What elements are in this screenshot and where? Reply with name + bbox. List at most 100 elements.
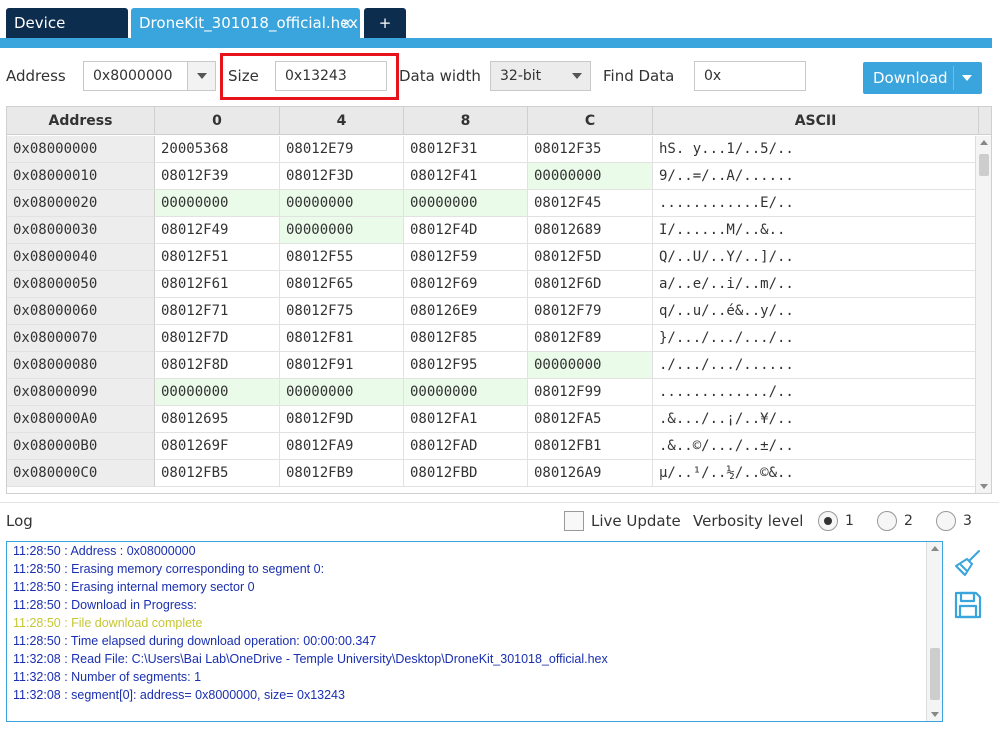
log-scroll-thumb[interactable] (930, 648, 940, 700)
memory-cell[interactable]: 08012FBD (404, 460, 528, 487)
memory-cell[interactable]: 08012F69 (404, 271, 528, 298)
scroll-down-icon[interactable] (980, 484, 988, 489)
memory-cell[interactable]: 08012F3D (280, 163, 404, 190)
memory-cell[interactable]: 08012F8D (155, 352, 280, 379)
log-output[interactable]: 11:28:50 : Address : 0x08000000 11:28:50 … (6, 541, 943, 722)
memory-cell[interactable]: 00000000 (155, 190, 280, 217)
memory-cell[interactable]: 08012F81 (280, 325, 404, 352)
memory-cell[interactable]: 08012F9D (280, 406, 404, 433)
memory-cell[interactable]: 08012FA5 (528, 406, 653, 433)
scroll-up-icon[interactable] (931, 546, 939, 551)
memory-cell[interactable]: 08012F55 (280, 244, 404, 271)
verbosity-radio-3[interactable] (936, 511, 956, 531)
memory-cell[interactable]: 080126E9 (404, 298, 528, 325)
memory-cell[interactable]: 08012F61 (155, 271, 280, 298)
memory-cell[interactable]: 08012F85 (404, 325, 528, 352)
verbosity-radio-1[interactable] (818, 511, 838, 531)
new-tab-button[interactable]: + (364, 8, 406, 38)
header-col-8[interactable]: 8 (404, 107, 528, 135)
memory-cell[interactable]: 08012F59 (404, 244, 528, 271)
memory-cell[interactable]: 08012F95 (404, 352, 528, 379)
row-address: 0x08000070 (7, 325, 155, 352)
memory-cell[interactable]: 080126A9 (528, 460, 653, 487)
memory-cell[interactable]: 08012F65 (280, 271, 404, 298)
memory-cell[interactable]: 08012F6D (528, 271, 653, 298)
grid-scrollbar[interactable] (975, 136, 991, 493)
verbosity-radio-2[interactable] (877, 511, 897, 531)
memory-cell[interactable]: 00000000 (528, 163, 653, 190)
memory-cell[interactable]: 08012F45 (528, 190, 653, 217)
find-data-input[interactable]: 0x (694, 61, 806, 91)
data-width-value: 32-bit (500, 68, 542, 84)
address-combobox[interactable]: 0x8000000 (83, 61, 216, 91)
row-address: 0x08000040 (7, 244, 155, 271)
memory-cell[interactable]: 08012FB9 (280, 460, 404, 487)
memory-cell[interactable]: 08012689 (528, 217, 653, 244)
log-line: 11:32:08 : segment[0]: address= 0x800000… (13, 688, 345, 702)
scroll-up-icon[interactable] (980, 140, 988, 145)
memory-cell[interactable]: 08012FB1 (528, 433, 653, 460)
memory-cell[interactable]: 08012F79 (528, 298, 653, 325)
header-col-4[interactable]: 4 (280, 107, 404, 135)
memory-cell[interactable]: 08012F7D (155, 325, 280, 352)
verbosity-label: Verbosity level (693, 512, 804, 530)
memory-cell[interactable]: 00000000 (280, 379, 404, 406)
memory-cell[interactable]: 00000000 (155, 379, 280, 406)
download-button[interactable]: Download (863, 62, 982, 94)
broom-icon[interactable] (953, 548, 983, 578)
header-ascii[interactable]: ASCII (653, 107, 979, 135)
log-scrollbar[interactable] (926, 542, 942, 721)
scroll-down-icon[interactable] (931, 712, 939, 717)
memory-cell[interactable]: 20005368 (155, 136, 280, 163)
memory-cell[interactable]: 00000000 (280, 190, 404, 217)
tab-device-memory[interactable]: Device memory (6, 8, 128, 62)
header-col-0[interactable]: 0 (155, 107, 280, 135)
address-dropdown-button[interactable] (187, 62, 215, 90)
grid-header: Address 0 4 8 C ASCII (7, 107, 991, 135)
memory-cell[interactable]: 08012F4D (404, 217, 528, 244)
log-line: 11:32:08 : Read File: C:\Users\Bai Lab\O… (13, 652, 608, 666)
memory-cell[interactable]: 08012FA9 (280, 433, 404, 460)
row-address: 0x08000060 (7, 298, 155, 325)
memory-cell[interactable]: 08012F91 (280, 352, 404, 379)
tab-hex-file[interactable]: DroneKit_301018_official.hex × (131, 8, 360, 38)
ascii-cell: µ/..¹/..½/..©&.. (653, 460, 977, 487)
memory-cell[interactable]: 08012FAD (404, 433, 528, 460)
data-width-select[interactable]: 32-bit (490, 61, 591, 91)
memory-cell[interactable]: 08012F71 (155, 298, 280, 325)
memory-cell[interactable]: 08012F75 (280, 298, 404, 325)
find-data-label: Find Data (603, 67, 675, 85)
memory-cell[interactable]: 00000000 (528, 352, 653, 379)
memory-cell[interactable]: 08012F89 (528, 325, 653, 352)
grid-scroll-thumb[interactable] (979, 154, 989, 176)
memory-cell[interactable]: 0801269F (155, 433, 280, 460)
memory-cell[interactable]: 08012F41 (404, 163, 528, 190)
memory-cell[interactable]: 00000000 (280, 217, 404, 244)
tab-bar: Device memory DroneKit_301018_official.h… (0, 0, 999, 62)
memory-cell[interactable]: 08012F51 (155, 244, 280, 271)
memory-cell[interactable]: 08012F99 (528, 379, 653, 406)
size-input[interactable]: 0x13243 (275, 61, 387, 91)
memory-cell[interactable]: 08012E79 (280, 136, 404, 163)
memory-cell[interactable]: 08012FB5 (155, 460, 280, 487)
memory-cell[interactable]: 08012F39 (155, 163, 280, 190)
header-col-c[interactable]: C (528, 107, 653, 135)
close-tab-icon[interactable]: × (340, 8, 353, 38)
memory-cell[interactable]: 08012FA1 (404, 406, 528, 433)
memory-cell[interactable]: 08012695 (155, 406, 280, 433)
memory-cell[interactable]: 00000000 (404, 379, 528, 406)
memory-cell[interactable]: 08012F49 (155, 217, 280, 244)
header-address[interactable]: Address (7, 107, 155, 135)
memory-cell[interactable]: 08012F5D (528, 244, 653, 271)
table-row: 0x08000070 08012F7D 08012F81 08012F85 08012F… (7, 325, 977, 352)
memory-cell[interactable]: 08012F35 (528, 136, 653, 163)
memory-cell[interactable]: 08012F31 (404, 136, 528, 163)
floppy-disk-icon[interactable] (953, 590, 983, 620)
chevron-down-icon[interactable] (962, 75, 972, 81)
row-address: 0x08000080 (7, 352, 155, 379)
row-address: 0x080000A0 (7, 406, 155, 433)
memory-cell[interactable]: 00000000 (404, 190, 528, 217)
table-row: 0x08000020 00000000 00000000 00000000 08012F… (7, 190, 977, 217)
live-update-checkbox[interactable] (564, 511, 584, 531)
row-address: 0x08000030 (7, 217, 155, 244)
